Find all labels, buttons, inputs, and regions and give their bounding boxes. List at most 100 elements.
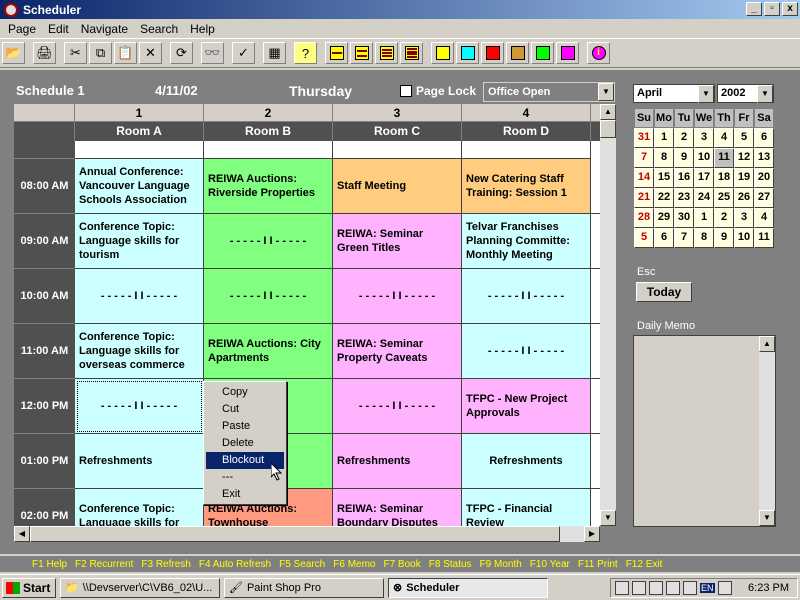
chevron-down-icon[interactable]: ▼ xyxy=(757,85,773,103)
scroll-right-icon[interactable]: ▶ xyxy=(584,526,600,542)
function-key[interactable]: F4 Auto Refresh xyxy=(199,559,271,570)
chevron-down-icon[interactable]: ▼ xyxy=(698,85,714,103)
appointment-cell[interactable]: - - - - - I I - - - - - xyxy=(333,379,462,434)
function-key[interactable]: F11 Print xyxy=(578,559,618,570)
appointment-cell[interactable]: Refreshments xyxy=(75,434,204,489)
blank-cell[interactable] xyxy=(462,141,591,159)
calendar-day[interactable]: 13 xyxy=(754,148,774,168)
maximize-button[interactable]: ▫ xyxy=(764,2,780,16)
calendar-day[interactable]: 15 xyxy=(654,168,674,188)
column-number-header[interactable]: 4 xyxy=(462,104,591,122)
menu-help[interactable]: Help xyxy=(184,22,221,36)
calendar-day[interactable]: 5 xyxy=(634,228,654,248)
menu-page[interactable]: Page xyxy=(2,22,42,36)
ctx-copy[interactable]: Copy xyxy=(204,384,286,401)
appointment-cell[interactable]: - - - - - I I - - - - - xyxy=(204,269,333,324)
appointment-cell[interactable]: New Catering Staff Training: Session 1 xyxy=(462,159,591,214)
calendar-day[interactable]: 8 xyxy=(694,228,714,248)
appointment-cell[interactable]: Conference Topic: Language skills for to… xyxy=(75,214,204,269)
function-key[interactable]: F9 Month xyxy=(480,559,522,570)
function-key[interactable]: F2 Recurrent xyxy=(75,559,133,570)
column-number-header[interactable]: 1 xyxy=(75,104,204,122)
scroll-down-icon[interactable]: ▼ xyxy=(600,510,616,526)
start-button[interactable]: Start xyxy=(2,577,56,598)
calendar-day[interactable]: 30 xyxy=(674,208,694,228)
daily-memo-textarea[interactable]: ▲ ▼ xyxy=(633,335,776,527)
calendar-day[interactable]: 21 xyxy=(634,188,654,208)
filter-dropdown[interactable]: Office Open ▼ xyxy=(483,82,615,102)
ctx-delete[interactable]: Delete xyxy=(204,435,286,452)
function-key[interactable]: F5 Search xyxy=(279,559,325,570)
paste-icon[interactable]: 📋 xyxy=(114,42,137,64)
task-scheduler[interactable]: ⊗ Scheduler xyxy=(388,577,548,598)
delete-icon[interactable]: ✕ xyxy=(139,42,162,64)
calendar-day[interactable]: 20 xyxy=(754,168,774,188)
year-dropdown[interactable]: 2002 ▼ xyxy=(717,84,774,103)
calendar-day[interactable]: 22 xyxy=(654,188,674,208)
calendar-day[interactable]: 18 xyxy=(714,168,734,188)
print-icon[interactable]: 🖨 xyxy=(33,42,56,64)
function-key[interactable]: F8 Status xyxy=(429,559,472,570)
calendar-day[interactable]: 26 xyxy=(734,188,754,208)
task-paint-shop[interactable]: 🖌 Paint Shop Pro xyxy=(224,577,384,598)
close-button[interactable]: x xyxy=(782,2,798,16)
appointment-cell[interactable]: Conference Topic: Language skills for xyxy=(75,489,204,526)
calendar-day[interactable]: 11 xyxy=(714,148,734,168)
ctx-paste[interactable]: Paste xyxy=(204,418,286,435)
calendar-day[interactable]: 24 xyxy=(694,188,714,208)
calendar-day[interactable]: 23 xyxy=(674,188,694,208)
calendar-day[interactable]: 3 xyxy=(734,208,754,228)
page-lock-checkbox[interactable]: Page Lock xyxy=(400,84,476,98)
calendar-day[interactable]: 27 xyxy=(754,188,774,208)
calendar-day[interactable]: 5 xyxy=(734,128,754,148)
language-indicator[interactable]: EN xyxy=(700,583,715,593)
today-button[interactable]: Today xyxy=(636,282,692,302)
task-explorer[interactable]: 📁 \\Devserver\C\VB6_02\U... xyxy=(60,577,220,598)
scroll-left-icon[interactable]: ◀ xyxy=(14,526,30,542)
room-header[interactable]: Room D xyxy=(462,122,591,141)
scroll-up-icon[interactable]: ▲ xyxy=(600,104,616,120)
calendar-day[interactable]: 9 xyxy=(714,228,734,248)
grid-icon[interactable]: ▦ xyxy=(263,42,286,64)
menu-edit[interactable]: Edit xyxy=(42,22,75,36)
calendar-day[interactable]: 3 xyxy=(694,128,714,148)
blank-cell[interactable] xyxy=(204,141,333,159)
calendar-day[interactable]: 8 xyxy=(654,148,674,168)
calendar-day[interactable]: 14 xyxy=(634,168,654,188)
cut-icon[interactable]: ✂ xyxy=(64,42,87,64)
calendar-day[interactable]: 19 xyxy=(734,168,754,188)
function-key[interactable]: F3 Refresh xyxy=(141,559,190,570)
chevron-down-icon[interactable]: ▼ xyxy=(598,83,614,101)
room-header[interactable]: Room C xyxy=(333,122,462,141)
check-icon[interactable]: ✓ xyxy=(232,42,255,64)
calendar-day[interactable]: 25 xyxy=(714,188,734,208)
appointment-cell[interactable]: REIWA: Seminar Property Caveats xyxy=(333,324,462,379)
room-header[interactable]: Room B xyxy=(204,122,333,141)
color-brown-button[interactable] xyxy=(506,42,529,64)
menu-search[interactable]: Search xyxy=(134,22,184,36)
vertical-scrollbar[interactable]: ▲ ▼ xyxy=(600,104,616,526)
appointment-cell[interactable]: Refreshments xyxy=(333,434,462,489)
appointment-cell[interactable]: REIWA: Seminar Boundary Disputes xyxy=(333,489,462,526)
function-key[interactable]: F7 Book xyxy=(383,559,420,570)
align-4-icon[interactable] xyxy=(400,42,423,64)
monitor-icon[interactable] xyxy=(683,581,697,595)
minimize-button[interactable]: _ xyxy=(746,2,762,16)
calendar-day[interactable]: 6 xyxy=(654,228,674,248)
appointment-cell[interactable]: - - - - - I I - - - - - xyxy=(75,269,204,324)
calendar-day[interactable]: 31 xyxy=(634,128,654,148)
help-icon[interactable]: ? xyxy=(294,42,317,64)
appointment-cell[interactable]: - - - - - I I - - - - - xyxy=(462,324,591,379)
align-1-icon[interactable] xyxy=(325,42,348,64)
calendar-day[interactable]: 1 xyxy=(694,208,714,228)
align-2-icon[interactable] xyxy=(350,42,373,64)
calendar-day[interactable]: 17 xyxy=(694,168,714,188)
calendar-day[interactable]: 28 xyxy=(634,208,654,228)
network-icon[interactable] xyxy=(615,581,629,595)
appointment-cell[interactable]: TFPC - New Project Approvals xyxy=(462,379,591,434)
calendar-day[interactable]: 7 xyxy=(674,228,694,248)
function-key[interactable]: F6 Memo xyxy=(333,559,375,570)
appointment-cell[interactable]: Staff Meeting xyxy=(333,159,462,214)
ctx-cut[interactable]: Cut xyxy=(204,401,286,418)
column-number-header[interactable]: 2 xyxy=(204,104,333,122)
